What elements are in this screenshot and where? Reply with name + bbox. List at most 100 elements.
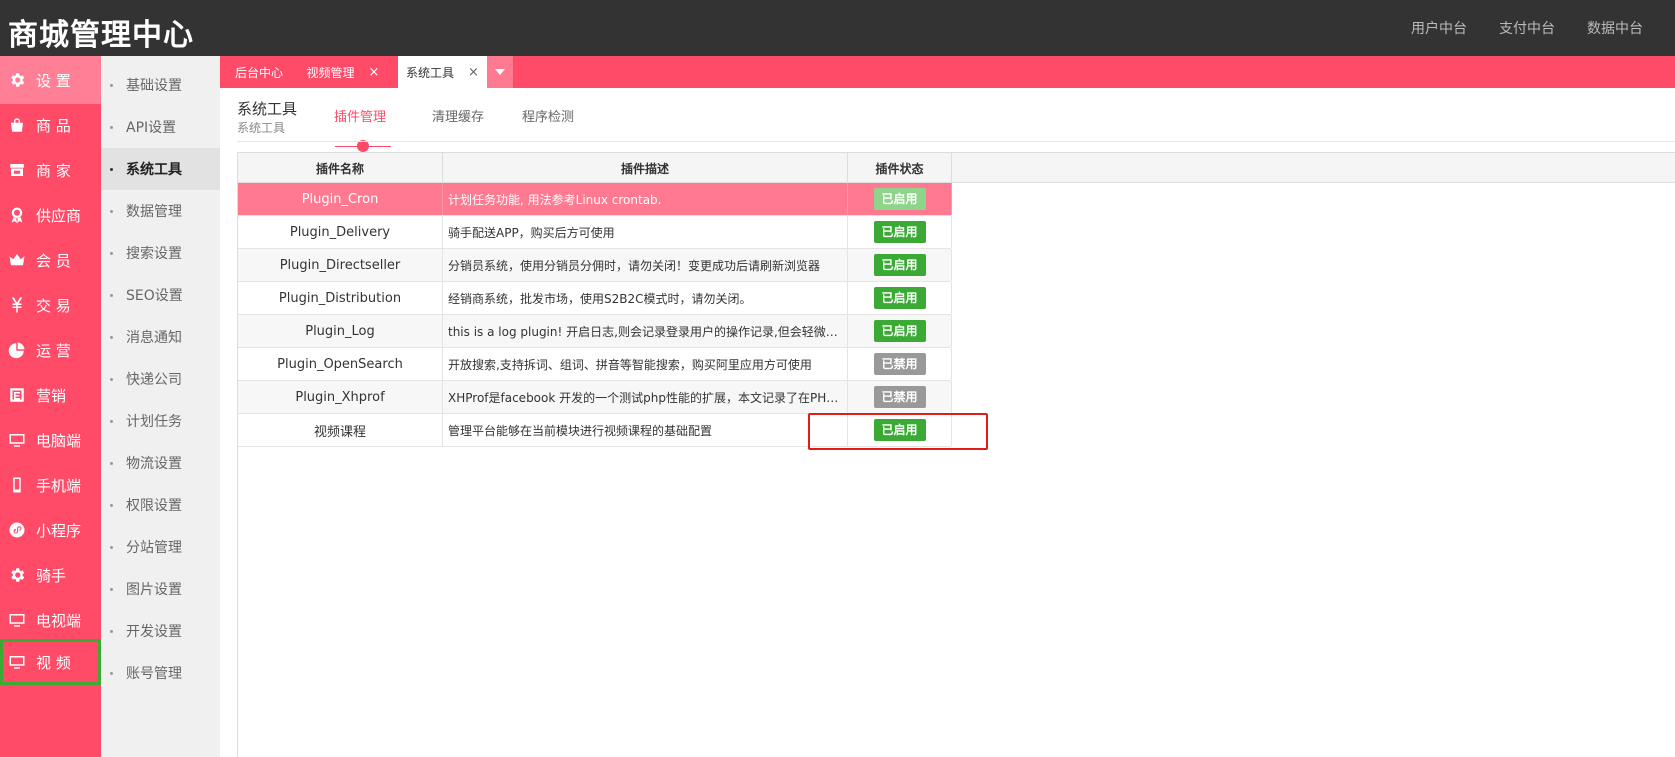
plugin-name: Plugin_Cron [238,183,443,215]
close-icon[interactable]: × [369,65,380,80]
status-badge[interactable]: 已启用 [873,254,926,276]
sidebar-item-merchant[interactable]: 商 家 [0,146,101,194]
subnav-item-label: 物流设置 [126,456,182,472]
status-badge[interactable]: 已启用 [873,188,926,210]
column-header-plugin-desc[interactable]: 插件描述 [443,153,848,183]
plugin-name: Plugin_Directseller [238,249,443,281]
sidebar-item-label: 电脑端 [36,431,82,450]
close-icon[interactable]: × [468,65,479,80]
table-row[interactable]: Plugin_Log this is a log plugin! 开启日志,则会… [238,315,952,348]
subnav-item-label: 账号管理 [126,666,182,682]
plugin-desc: 计划任务功能, 用法参考Linux crontab. [448,192,662,207]
subtab-plugin-management[interactable]: 插件管理 [334,106,386,125]
monitor-icon [7,430,27,450]
table-row[interactable]: Plugin_Xhprof XHProf是facebook 开发的一个测试php… [238,381,952,414]
tab-backend-center[interactable]: 后台中心 [220,56,298,88]
crown-icon [7,250,27,270]
table-row[interactable]: Plugin_Directseller 分销员系统，使用分销员分佣时，请勿关闭！… [238,249,952,282]
plugin-desc-cell: 分销员系统，使用分销员分佣时，请勿关闭！变更成功后请刷新浏览器 [443,249,848,281]
monitor-icon [7,610,27,630]
award-icon [7,205,27,225]
status-badge[interactable]: 已禁用 [873,353,926,375]
bullet-icon [110,125,113,129]
bullet-icon [110,629,113,633]
sidebar-item-label: 运 营 [36,341,71,360]
table-row[interactable]: Plugin_OpenSearch 开放搜索,支持拆词、组词、拼音等智能搜索，购… [238,348,952,381]
subnav-item-label: 图片设置 [126,582,182,598]
top-link-user-center[interactable]: 用户中台 [1411,18,1467,38]
bullet-icon [110,167,113,171]
table-row[interactable]: Plugin_Cron 计划任务功能, 用法参考Linux crontab. 已… [238,183,952,216]
bullet-icon [110,335,113,339]
subnav-item-permission-settings[interactable]: 权限设置 [101,484,220,526]
status-badge[interactable]: 已启用 [873,320,926,342]
subnav-item-logistics-settings[interactable]: 物流设置 [101,442,220,484]
sidebar-item-label: 供应商 [36,206,82,225]
subnav-item-scheduled-tasks[interactable]: 计划任务 [101,400,220,442]
subnav-item-notifications[interactable]: 消息通知 [101,316,220,358]
subtab-program-check[interactable]: 程序检测 [522,106,574,125]
tab-dropdown-button[interactable] [487,56,513,88]
subtab-clear-cache[interactable]: 清理缓存 [432,106,484,125]
secondary-nav: 基础设置 API设置 系统工具 数据管理 搜索设置 SEO设置 消息通知 快递公… [101,56,220,757]
top-link-data-center[interactable]: 数据中台 [1587,18,1643,38]
subnav-item-label: 系统工具 [126,162,182,178]
store-icon [7,160,27,180]
subnav-item-account-management[interactable]: 账号管理 [101,652,220,694]
bullet-icon [110,671,113,675]
subnav-item-express-companies[interactable]: 快递公司 [101,358,220,400]
monitor-icon [7,652,27,672]
subnav-item-seo-settings[interactable]: SEO设置 [101,274,220,316]
top-link-payment-center[interactable]: 支付中台 [1499,18,1555,38]
plugin-desc-cell: XHProf是facebook 开发的一个测试php性能的扩展，本文记录了在PH… [443,381,848,413]
column-header-plugin-name[interactable]: 插件名称 [238,153,443,183]
tab-label: 后台中心 [234,65,283,80]
subnav-item-dev-settings[interactable]: 开发设置 [101,610,220,652]
subnav-item-image-settings[interactable]: 图片设置 [101,568,220,610]
subnav-item-api-settings[interactable]: API设置 [101,106,220,148]
sidebar-item-video[interactable]: 视 频 [0,639,101,685]
status-badge[interactable]: 已启用 [873,221,926,243]
status-badge[interactable]: 已禁用 [873,386,926,408]
sidebar-item-member[interactable]: 会 员 [0,236,101,284]
subnav-item-data-management[interactable]: 数据管理 [101,190,220,232]
sidebar-item-pc[interactable]: 电脑端 [0,416,101,464]
sidebar-item-marketing[interactable]: 营销 [0,371,101,419]
plugin-name: 视频课程 [238,414,443,446]
top-bar: 商城管理中心 用户中台 支付中台 数据中台 [0,0,1675,56]
sidebar-item-label: 会 员 [36,251,71,270]
sidebar-item-operation[interactable]: 运 营 [0,326,101,374]
table-row[interactable]: Plugin_Distribution 经销商系统，批发市场，使用S2B2C模式… [238,282,952,315]
sidebar-item-tv[interactable]: 电视端 [0,596,101,644]
subnav-item-system-tools[interactable]: 系统工具 [101,148,220,190]
plugin-name: Plugin_Log [238,315,443,347]
subnav-item-search-settings[interactable]: 搜索设置 [101,232,220,274]
tab-video-management[interactable]: 视频管理 × [298,56,388,88]
sidebar-item-goods[interactable]: 商 品 [0,101,101,149]
plugin-status-cell: 已启用 [848,216,952,248]
sidebar-item-settings[interactable]: 设 置 [0,56,101,104]
sidebar-item-mini-program[interactable]: 小程序 [0,506,101,554]
sidebar-item-label: 电视端 [36,611,82,630]
sidebar-item-label: 商 家 [36,161,71,180]
bullet-icon [110,209,113,213]
subnav-item-basic-settings[interactable]: 基础设置 [101,64,220,106]
sidebar-item-trade[interactable]: 交 易 [0,281,101,329]
tab-system-tools[interactable]: 系统工具 × [398,56,487,88]
sidebar-item-mobile[interactable]: 手机端 [0,461,101,509]
app-title: 商城管理中心 [8,18,194,53]
subnav-item-substation-management[interactable]: 分站管理 [101,526,220,568]
subnav-item-label: API设置 [126,120,177,136]
column-header-plugin-status[interactable]: 插件状态 [848,153,952,183]
bullet-icon [110,503,113,507]
sidebar-item-rider[interactable]: 骑手 [0,551,101,599]
bullet-icon [110,461,113,465]
subnav-item-label: 消息通知 [126,330,182,346]
sidebar-item-supplier[interactable]: 供应商 [0,191,101,239]
plugin-desc: this is a log plugin! 开启日志,则会记录登录用户的操作记录… [448,324,842,339]
sidebar-item-label: 视 频 [36,653,71,672]
table-row[interactable]: Plugin_Delivery 骑手配送APP，购买后方可使用 已启用 [238,216,952,249]
sidebar-item-label: 交 易 [36,296,71,315]
status-badge[interactable]: 已启用 [873,287,926,309]
subnav-item-label: 基础设置 [126,78,182,94]
